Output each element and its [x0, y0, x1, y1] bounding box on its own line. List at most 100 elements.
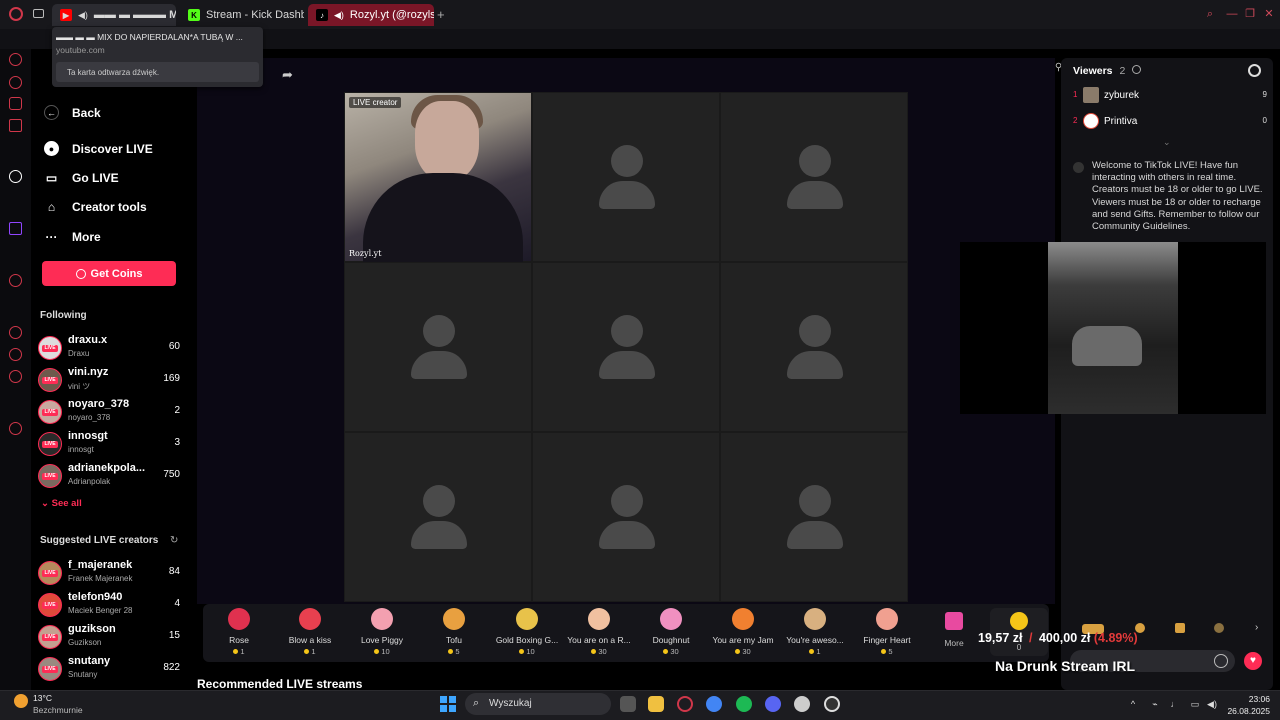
messenger-icon[interactable]	[9, 76, 22, 89]
back-button[interactable]: ← Back	[44, 105, 101, 120]
avatar: LIVE	[38, 464, 62, 488]
guest-slot[interactable]	[532, 262, 720, 432]
speaker-icon[interactable]: ◀)	[78, 10, 88, 21]
clock-date[interactable]: 26.08.2025	[1220, 706, 1270, 716]
opera-logo-icon[interactable]	[9, 7, 23, 21]
viewer-row[interactable]: 1 zyburek 9	[1071, 87, 1267, 107]
settings-gear-icon[interactable]	[1248, 64, 1261, 77]
username: innosgt	[68, 430, 108, 442]
network-icon[interactable]: ⌁	[1150, 699, 1160, 709]
username: guzikson	[68, 623, 116, 635]
close-window-icon[interactable]: ✕	[1262, 7, 1276, 21]
taskbar-search[interactable]: ⌕ Wyszukaj	[465, 693, 611, 715]
host-video[interactable]: LIVE creator Rozyl.yt	[344, 92, 532, 263]
tab-workspace-icon[interactable]	[33, 9, 44, 18]
get-coins-button[interactable]: Get Coins	[42, 261, 176, 286]
nav-discover-live[interactable]: ● Discover LIVE	[44, 141, 153, 156]
suggested-item[interactable]: LIVE telefon940 Maciek Benger 28 4	[38, 591, 180, 619]
gift-finger-heart[interactable]: Finger Heart 5	[851, 608, 923, 660]
viewers-header[interactable]: Viewers 2	[1073, 65, 1142, 77]
history-icon[interactable]	[9, 53, 22, 66]
chevron-right-icon[interactable]: ›	[1255, 622, 1258, 633]
chrome-icon[interactable]	[706, 696, 722, 712]
nav-creator-tools[interactable]: ⌂ Creator tools	[44, 199, 147, 214]
following-item[interactable]: LIVE draxu.x Draxu 60	[38, 334, 180, 362]
weather-moon-icon[interactable]	[14, 694, 28, 708]
aria-icon[interactable]	[9, 170, 22, 183]
donation-goal: 400,00 zł	[1038, 631, 1091, 645]
gift-love-piggy[interactable]: Love Piggy 10	[346, 608, 418, 660]
gift-blow-a-kiss[interactable]: Blow a kiss 1	[274, 608, 346, 660]
suggested-item[interactable]: LIVE snutany Snutany 822	[38, 655, 180, 683]
following-item[interactable]: LIVE noyaro_378 noyaro_378 2	[38, 398, 180, 426]
mail-icon[interactable]	[9, 119, 22, 132]
guest-slot[interactable]	[344, 432, 532, 602]
instagram-icon[interactable]	[9, 97, 22, 110]
gift-you-are-on-a-roll[interactable]: You are on a R... 30	[563, 608, 635, 660]
microphone-icon[interactable]: ♩	[1170, 699, 1180, 709]
heart-icon[interactable]: ♥	[1244, 652, 1262, 670]
gift-youre-awesome[interactable]: You're aweso... 1	[779, 608, 851, 660]
viewer-count: 750	[163, 469, 180, 480]
following-item[interactable]: LIVE innosgt innosgt 3	[38, 430, 180, 458]
quick-emoji-icon[interactable]	[1214, 623, 1224, 633]
following-item[interactable]: LIVE adrianekpola... Adrianpolak 750	[38, 462, 180, 490]
tab-tiktok[interactable]: ♪ ◀) Rozyl.yt (@rozylshoty	[308, 4, 434, 26]
emoji-icon[interactable]	[1214, 654, 1228, 668]
suggested-item[interactable]: LIVE f_majeranek Franek Majeranek 84	[38, 559, 180, 587]
task-view-icon[interactable]	[620, 696, 636, 712]
settings-gear-icon[interactable]	[9, 370, 22, 383]
app-icon[interactable]	[794, 696, 810, 712]
spotify-icon[interactable]	[736, 696, 752, 712]
refresh-icon[interactable]: ↻	[170, 535, 178, 546]
username: noyaro_378	[68, 398, 130, 410]
following-item[interactable]: LIVE vini.nyz vini ツ 169	[38, 366, 180, 394]
nav-more[interactable]: ··· More	[44, 229, 101, 244]
clock-time[interactable]: 23:06	[1220, 694, 1270, 704]
kick-icon: K	[188, 9, 200, 21]
maximize-icon[interactable]: ❐	[1243, 7, 1257, 21]
quick-emoji-icon[interactable]	[1175, 623, 1185, 633]
volume-icon[interactable]: ◀)	[1207, 699, 1217, 709]
chevron-down-icon[interactable]: ⌄	[1163, 137, 1171, 148]
bookmarks-icon[interactable]	[9, 348, 22, 361]
gift-doughnut[interactable]: Doughnut 30	[635, 608, 707, 660]
obs-icon[interactable]	[824, 696, 840, 712]
discord-icon[interactable]	[765, 696, 781, 712]
file-explorer-icon[interactable]	[648, 696, 664, 712]
chevron-up-icon[interactable]: ^	[1128, 699, 1138, 709]
see-all-link[interactable]: ⌄ See all	[41, 498, 82, 509]
weather-desc[interactable]: Bezchmurnie	[33, 705, 83, 715]
guest-slot[interactable]	[532, 92, 720, 262]
share-icon[interactable]: ➦	[282, 67, 293, 83]
minimize-icon[interactable]: —	[1225, 7, 1239, 21]
gift-you-are-my-jam[interactable]: You are my Jam 30	[707, 608, 779, 660]
gift-gold-boxing-gloves[interactable]: Gold Boxing G... 10	[491, 608, 563, 660]
clock-icon[interactable]	[9, 326, 22, 339]
gift-rose[interactable]: Rose 1	[203, 608, 275, 660]
suggested-item[interactable]: LIVE guzikson Guzikson 15	[38, 623, 180, 651]
windows-start-icon[interactable]	[440, 696, 456, 712]
twitch-icon[interactable]	[9, 222, 22, 235]
nav-go-live[interactable]: ▭ Go LIVE	[44, 170, 119, 185]
weather-temp[interactable]: 13°C	[33, 693, 52, 703]
guest-slot[interactable]	[720, 92, 908, 262]
opera-icon[interactable]	[677, 696, 693, 712]
speaker-icon[interactable]: ◀)	[334, 10, 344, 21]
guest-slot[interactable]	[344, 262, 532, 432]
tooltip-title: ▬▬ ▬ ▬ MIX DO NAPIERDALAN*A TUBĄ W ...	[56, 32, 243, 42]
extensions-icon[interactable]	[9, 422, 22, 435]
gift-tofu[interactable]: Tofu 5	[418, 608, 490, 660]
tab-kick-dashboard[interactable]: K Stream - Kick Dashboard	[180, 4, 304, 26]
guest-slot[interactable]	[532, 432, 720, 602]
display-icon[interactable]: ▭	[1190, 699, 1200, 709]
guest-slot[interactable]	[720, 432, 908, 602]
more-gifts-button[interactable]: More	[932, 608, 976, 656]
viewer-row[interactable]: 2 Printiva 0	[1071, 113, 1267, 133]
search-tabs-icon[interactable]: ⌕	[1203, 7, 1217, 21]
guest-slot[interactable]	[720, 262, 908, 432]
tab-youtube[interactable]: ▶ ◀) ▬▬ ▬ ▬▬▬ M ✕	[52, 4, 176, 26]
info-icon[interactable]	[1132, 65, 1142, 74]
new-tab-icon[interactable]: +	[437, 7, 445, 22]
player-icon[interactable]	[9, 274, 22, 287]
